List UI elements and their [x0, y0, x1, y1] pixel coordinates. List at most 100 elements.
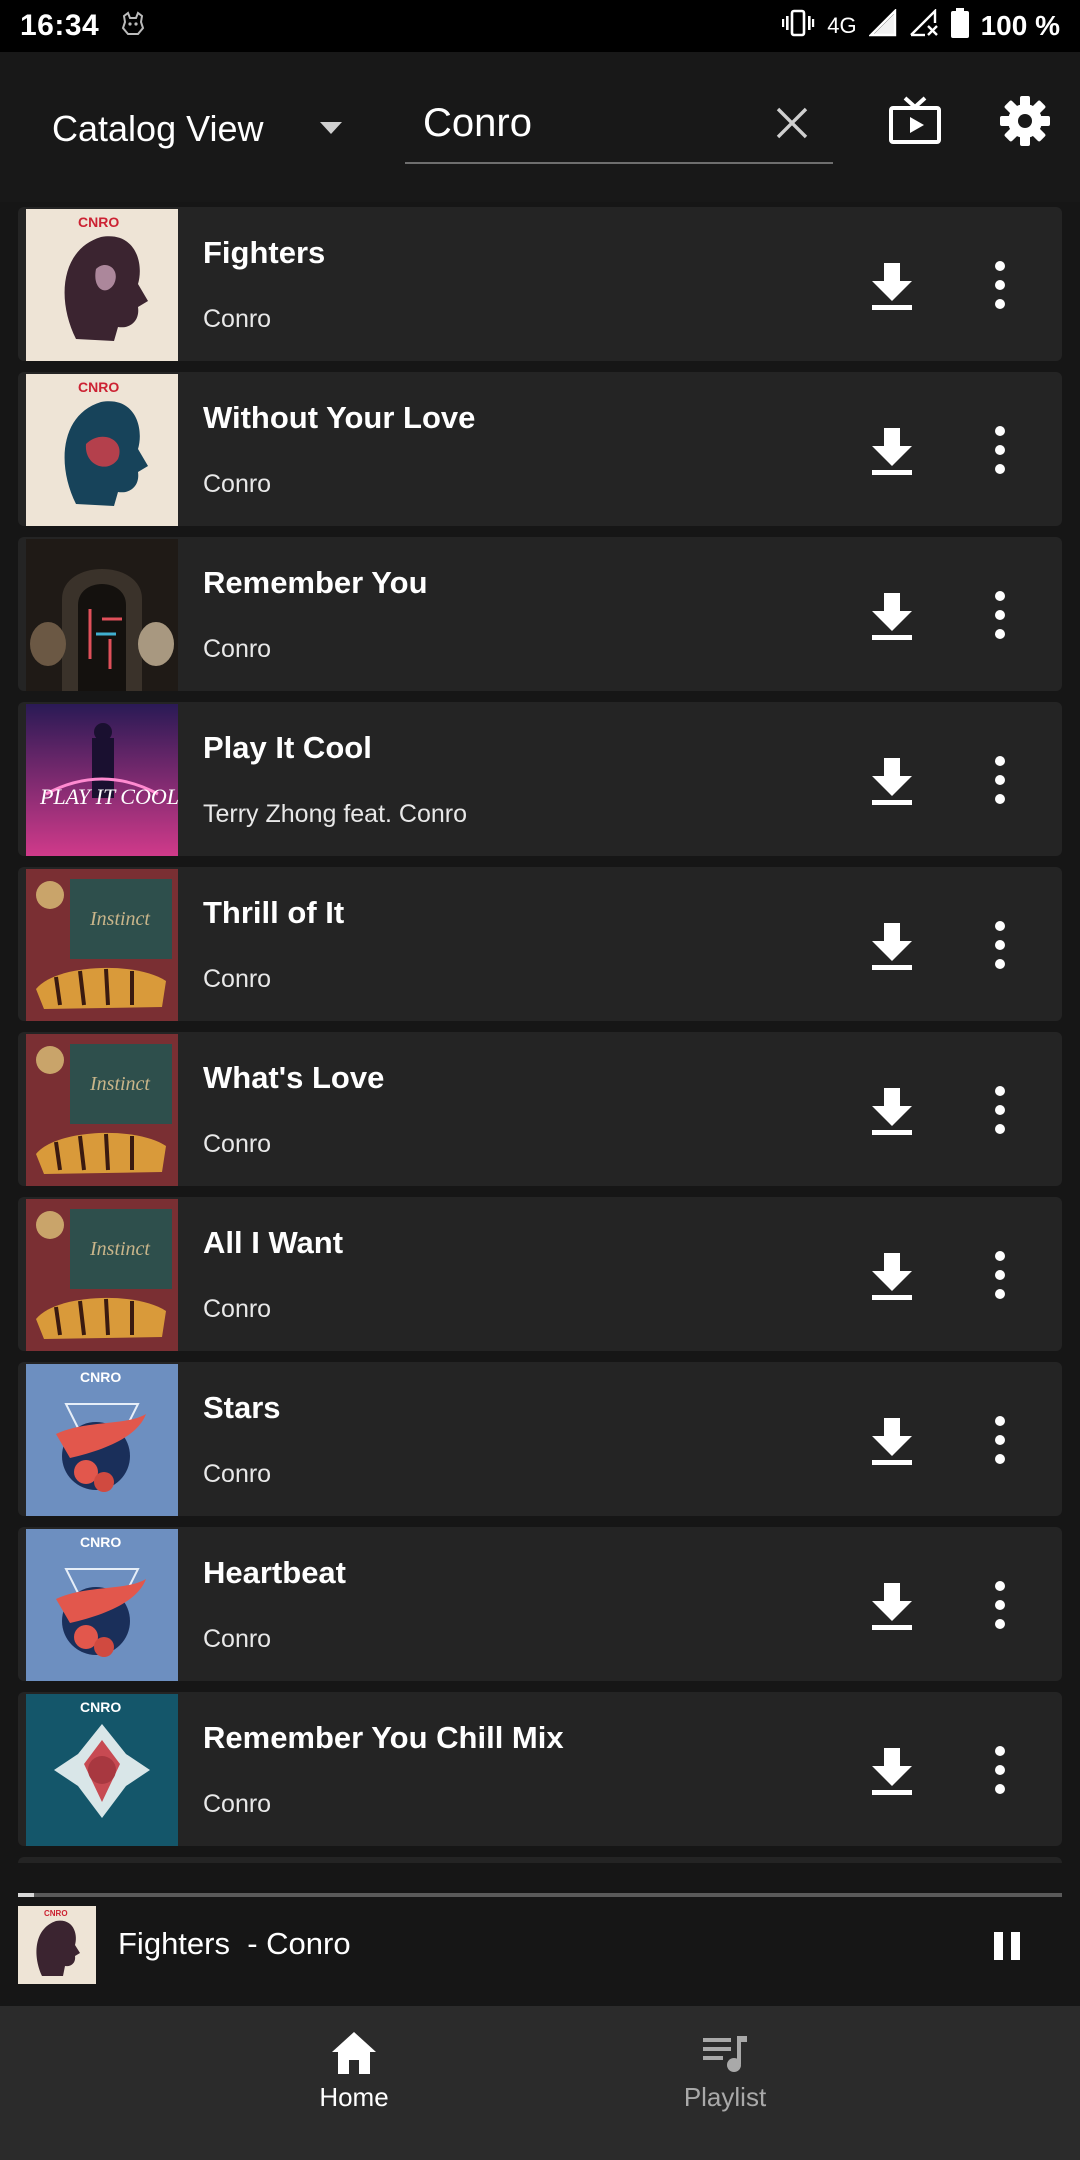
track-title: Stars: [203, 1390, 281, 1425]
track-row[interactable]: CNRO Remember You Chill Mix Conro: [18, 1692, 1062, 1846]
track-list[interactable]: CNRO Fighters Conro CNRO Without Your Lo…: [0, 205, 1080, 1863]
album-art: [26, 539, 178, 691]
nav-home[interactable]: Home: [234, 2030, 474, 2140]
svg-text:Instinct: Instinct: [89, 1238, 150, 1260]
track-title: Remember You Chill Mix: [203, 1720, 564, 1755]
more-options-button[interactable]: [986, 919, 1014, 971]
download-button[interactable]: [870, 591, 914, 641]
nav-home-label: Home: [319, 2082, 389, 2112]
track-row[interactable]: CNRO Fighters Conro: [18, 207, 1062, 361]
download-icon: [872, 1583, 912, 1630]
download-button[interactable]: [870, 1746, 914, 1796]
track-artist: Conro: [203, 1295, 272, 1323]
more-vert-icon: [995, 591, 1005, 601]
track-artist: Conro: [203, 1625, 272, 1653]
download-icon: [872, 593, 912, 640]
playlist-icon: [703, 2036, 747, 2072]
track-title: What's Love: [203, 1060, 385, 1095]
battery-icon: [950, 7, 969, 45]
album-art: CNRO: [26, 1364, 178, 1516]
more-options-button[interactable]: [986, 1084, 1014, 1136]
more-vert-icon: [995, 1746, 1005, 1756]
album-art: CNRO: [26, 374, 178, 526]
track-row[interactable]: Instinct What's Love Conro: [18, 1032, 1062, 1186]
more-vert-icon: [995, 1251, 1005, 1261]
settings-button[interactable]: [998, 94, 1052, 148]
download-icon: [872, 263, 912, 310]
more-options-button[interactable]: [986, 259, 1014, 311]
download-button[interactable]: [870, 426, 914, 476]
album-art: Instinct: [26, 1199, 178, 1351]
download-button[interactable]: [870, 1581, 914, 1631]
svg-text:CNRO: CNRO: [80, 1699, 121, 1715]
download-icon: [872, 923, 912, 970]
album-art: CNRO: [26, 209, 178, 361]
track-row[interactable]: CNRO Stars Conro: [18, 1362, 1062, 1516]
download-button[interactable]: [870, 756, 914, 806]
track-artist: Conro: [203, 1790, 272, 1818]
cast-icon: [889, 96, 941, 144]
svg-text:CNRO: CNRO: [80, 1369, 121, 1385]
playback-progress[interactable]: [18, 1893, 1062, 1897]
home-icon: [332, 2032, 376, 2074]
signal-no-data-icon: [909, 7, 939, 44]
track-artist: Conro: [203, 470, 272, 498]
more-options-button[interactable]: [986, 589, 1014, 641]
track-row[interactable]: Instinct All I Want Conro: [18, 1197, 1062, 1351]
bottom-navigation: Home Playlist: [0, 2006, 1080, 2160]
track-row-partial[interactable]: [18, 1857, 1062, 1863]
more-options-button[interactable]: [986, 424, 1014, 476]
vibrate-icon: [781, 8, 815, 45]
download-button[interactable]: [870, 1416, 914, 1466]
track-title: Heartbeat: [203, 1555, 346, 1590]
download-icon: [872, 1418, 912, 1465]
signal-icon: [867, 7, 897, 44]
catalog-view-label: Catalog View: [52, 108, 264, 149]
now-playing-title: Fighters - Conro: [118, 1926, 351, 1961]
download-icon: [872, 1088, 912, 1135]
svg-text:Instinct: Instinct: [89, 1073, 150, 1095]
battery-level: 100 %: [980, 10, 1060, 41]
download-icon: [872, 428, 912, 475]
more-options-button[interactable]: [986, 1414, 1014, 1466]
track-row[interactable]: Remember You Conro: [18, 537, 1062, 691]
app-notification-icon: [119, 10, 147, 43]
track-row[interactable]: CNRO Without Your Love Conro: [18, 372, 1062, 526]
download-button[interactable]: [870, 261, 914, 311]
more-options-button[interactable]: [986, 754, 1014, 806]
catalog-view-dropdown[interactable]: Catalog View: [52, 96, 352, 162]
track-artist: Conro: [203, 1130, 272, 1158]
search-field: [405, 88, 833, 164]
more-options-button[interactable]: [986, 1744, 1014, 1796]
track-row[interactable]: PLAY IT COOL Play It Cool Terry Zhong fe…: [18, 702, 1062, 856]
album-art: PLAY IT COOL: [26, 704, 178, 856]
now-playing-art: CNRO: [18, 1906, 96, 1984]
app-header: Catalog View: [0, 52, 1080, 202]
more-vert-icon: [995, 1416, 1005, 1426]
download-button[interactable]: [870, 921, 914, 971]
svg-text:CNRO: CNRO: [78, 214, 119, 230]
track-row[interactable]: Instinct Thrill of It Conro: [18, 867, 1062, 1021]
svg-text:CNRO: CNRO: [44, 1909, 68, 1918]
track-row[interactable]: CNRO Heartbeat Conro: [18, 1527, 1062, 1681]
more-vert-icon: [995, 1086, 1005, 1096]
download-button[interactable]: [870, 1251, 914, 1301]
more-vert-icon: [995, 261, 1005, 271]
track-title: All I Want: [203, 1225, 344, 1260]
download-button[interactable]: [870, 1086, 914, 1136]
more-vert-icon: [995, 426, 1005, 436]
status-bar: 16:34 4G 100 %: [0, 0, 1080, 52]
now-playing-bar[interactable]: CNRO Fighters - Conro: [0, 1890, 1080, 2006]
nav-playlist[interactable]: Playlist: [605, 2030, 845, 2140]
more-options-button[interactable]: [986, 1579, 1014, 1631]
more-options-button[interactable]: [986, 1249, 1014, 1301]
search-input[interactable]: [423, 88, 753, 158]
track-title: Fighters: [203, 235, 326, 270]
cast-button[interactable]: [886, 94, 946, 154]
download-icon: [872, 1253, 912, 1300]
pause-button[interactable]: [992, 1930, 1022, 1962]
more-vert-icon: [995, 921, 1005, 931]
more-vert-icon: [995, 1581, 1005, 1591]
more-vert-icon: [995, 756, 1005, 766]
clear-search-button[interactable]: [767, 98, 817, 148]
